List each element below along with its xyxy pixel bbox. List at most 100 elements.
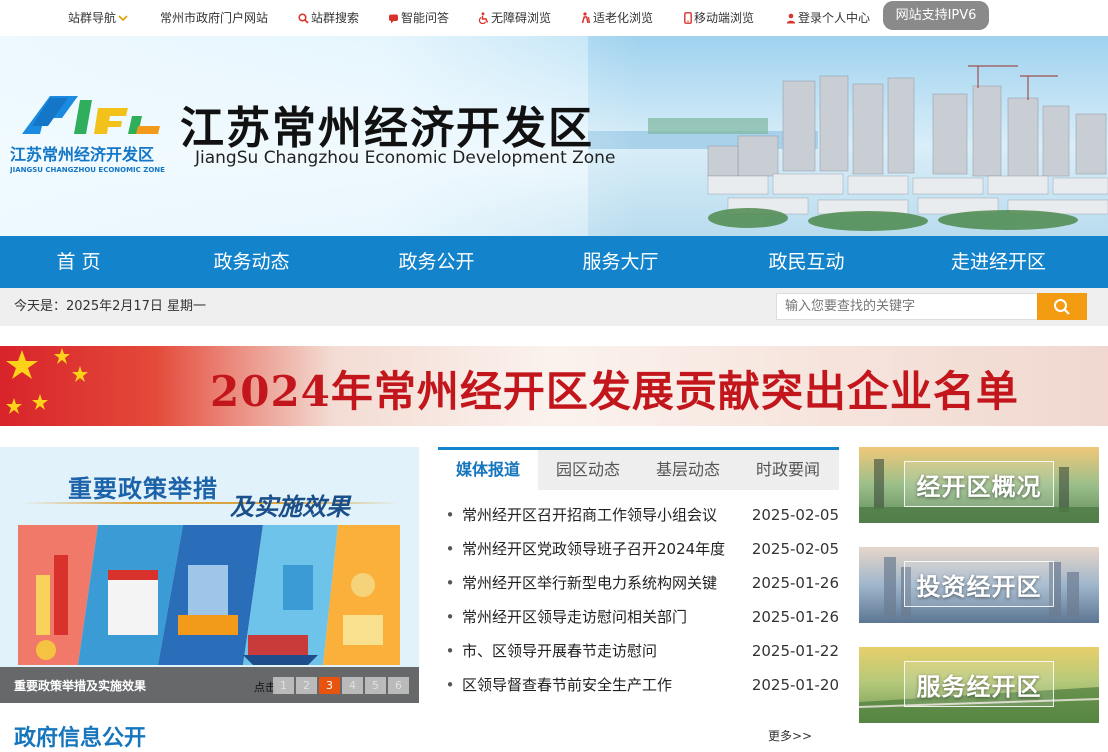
policy-slider[interactable]: 重要政策举措 及实施效果 重要政策举措及实施效果 点击 1 2 3 4 5 6: [0, 447, 419, 703]
tab-grassroots-news[interactable]: 基层动态: [638, 450, 738, 490]
login-center-label: 登录个人中心: [798, 11, 871, 25]
search-icon: [1054, 298, 1070, 315]
nav-service-hall[interactable]: 服务大厅: [528, 236, 713, 288]
news-item[interactable]: • 常州经开区举行新型电力系统构网关键 2025-01-26: [438, 566, 839, 600]
news-item[interactable]: • 区领导督查春节前安全生产工作 2025-01-20: [438, 668, 839, 702]
bullet: •: [445, 608, 455, 626]
card-invest-zone[interactable]: 投资经开区: [859, 547, 1099, 623]
enterprise-list-banner-title: 2024年常州经开区发展贡献突出企业名单: [210, 367, 1019, 416]
slider-dot-4[interactable]: 4: [342, 677, 363, 694]
news-item-title[interactable]: 常州经开区党政领导班子召开2024年度: [462, 532, 749, 566]
card-zone-overview-frame: 经开区概况: [904, 461, 1054, 507]
elder-mode-label: 适老化浏览: [593, 11, 654, 25]
news-item[interactable]: • 市、区领导开展春节走访慰问 2025-01-22: [438, 634, 839, 668]
nav-public-interaction[interactable]: 政民互动: [714, 236, 899, 288]
date-search-bar: 今天是：2025年2月17日 星期一: [0, 288, 1108, 326]
slider-dot-2[interactable]: 2: [296, 677, 317, 694]
gov-info-disclosure-title[interactable]: 政府信息公开: [14, 720, 146, 752]
enterprise-list-banner[interactable]: 2024年常州经开区发展贡献突出企业名单: [0, 346, 1108, 426]
tab-park-news[interactable]: 园区动态: [538, 450, 638, 490]
city-portal-label: 常州市政府门户网站: [160, 11, 269, 25]
bullet: •: [445, 676, 455, 694]
card-serve-zone[interactable]: 服务经开区: [859, 647, 1099, 723]
news-item-date: 2025-01-20: [751, 676, 839, 694]
site-header-banner: 江苏常州经济开发区 JIANGSU CHANGZHOU ECONOMIC ZON…: [0, 36, 1108, 236]
slider-dot-3[interactable]: 3: [319, 677, 340, 694]
card-invest-zone-label: 投资经开区: [916, 572, 1042, 601]
nav-about-zone[interactable]: 走进经开区: [906, 236, 1091, 288]
slider-caption-bar: 重要政策举措及实施效果 点击 1 2 3 4 5 6: [0, 667, 419, 703]
nav-government-disclosure[interactable]: 政务公开: [344, 236, 529, 288]
tab-political-news[interactable]: 时政要闻: [738, 450, 838, 490]
chevron-down-icon: [118, 15, 128, 22]
accessibility-icon: [478, 12, 489, 24]
search-input[interactable]: [776, 293, 1038, 320]
slider-dot-5[interactable]: 5: [365, 677, 386, 694]
news-panel: 媒体报道 园区动态 基层动态 时政要闻 • 常州经开区召开招商工作领导小组会议 20…: [438, 447, 839, 745]
news-item-date: 2025-01-26: [751, 608, 839, 626]
nav-government-news[interactable]: 政务动态: [159, 236, 344, 288]
news-item[interactable]: • 常州经开区召开招商工作领导小组会议 2025-02-05: [438, 498, 839, 532]
search-icon: [298, 12, 309, 24]
news-item-title[interactable]: 常州经开区召开招商工作领导小组会议: [462, 498, 749, 532]
jcez-logo: 江苏常州经济开发区 JIANGSU CHANGZHOU ECONOMIC ZON…: [10, 96, 165, 174]
site-group-nav-link[interactable]: 站群导航: [68, 0, 128, 36]
card-zone-overview[interactable]: 经开区概况: [859, 447, 1099, 523]
slider-dot-6[interactable]: 6: [388, 677, 409, 694]
news-item[interactable]: • 常州经开区党政领导班子召开2024年度 2025-02-05: [438, 532, 839, 566]
login-center-link[interactable]: 登录个人中心: [786, 0, 870, 36]
elder-icon: [581, 12, 591, 24]
tab-media-reports[interactable]: 媒体报道: [438, 450, 538, 490]
bullet: •: [445, 642, 455, 660]
mobile-view-label: 移动端浏览: [694, 11, 755, 25]
smart-qa-link[interactable]: 智能问答: [388, 0, 449, 36]
ipv6-badge: 网站支持IPV6: [883, 1, 989, 30]
chat-icon: [389, 14, 398, 23]
slider-title-line1: 重要政策举措: [68, 474, 218, 503]
star-flag-decoration: [6, 348, 88, 414]
site-subtitle: JiangSu Changzhou Economic Development Z…: [195, 148, 616, 168]
card-serve-zone-frame: 服务经开区: [904, 661, 1054, 707]
news-item-date: 2025-01-22: [751, 642, 839, 660]
nav-home[interactable]: 首 页: [0, 236, 171, 288]
bullet: •: [445, 506, 455, 524]
news-item-date: 2025-02-05: [751, 540, 839, 558]
bullet: •: [445, 574, 455, 592]
news-item-title[interactable]: 常州经开区领导走访慰问相关部门: [462, 600, 749, 634]
search-button[interactable]: [1037, 293, 1087, 320]
smart-qa-label: 智能问答: [401, 11, 450, 25]
site-title: 江苏常州经济开发区: [180, 103, 594, 154]
city-skyline-image: [588, 36, 1108, 236]
top-utility-bar: 站群导航 常州市政府门户网站 站群搜索 智能问答 无障碍浏览 适老化浏览 移动端…: [0, 0, 1108, 36]
svg-text:JIANGSU CHANGZHOU ECONOMIC ZON: JIANGSU CHANGZHOU ECONOMIC ZONE: [10, 166, 165, 174]
site-group-nav-label: 站群导航: [68, 11, 117, 25]
news-list: • 常州经开区召开招商工作领导小组会议 2025-02-05 • 常州经开区党政领导班…: [438, 498, 839, 702]
elder-mode-link[interactable]: 适老化浏览: [580, 0, 653, 36]
news-item-title[interactable]: 区领导督查春节前安全生产工作: [462, 668, 749, 702]
news-item-title[interactable]: 常州经开区举行新型电力系统构网关键: [462, 566, 749, 600]
news-item[interactable]: • 常州经开区领导走访慰问相关部门 2025-01-26: [438, 600, 839, 634]
news-tabs: 媒体报道 园区动态 基层动态 时政要闻: [438, 447, 839, 490]
accessibility-label: 无障碍浏览: [491, 11, 552, 25]
news-item-title[interactable]: 市、区领导开展春节走访慰问: [462, 634, 749, 668]
news-item-date: 2025-02-05: [751, 506, 839, 524]
mobile-icon: [684, 12, 692, 24]
user-icon: [786, 13, 796, 23]
city-portal-link[interactable]: 常州市政府门户网站: [160, 0, 268, 36]
svg-text:江苏常州经济开发区: 江苏常州经济开发区: [10, 145, 154, 164]
mobile-view-link[interactable]: 移动端浏览: [684, 0, 754, 36]
slider-dot-1[interactable]: 1: [273, 677, 294, 694]
slider-pagination: 1 2 3 4 5 6: [273, 677, 409, 694]
bullet: •: [445, 540, 455, 558]
slider-title-line2: 及实施效果: [230, 492, 350, 521]
news-more-link[interactable]: 更多>>: [768, 727, 812, 744]
card-serve-zone-label: 服务经开区: [916, 672, 1042, 701]
card-invest-zone-frame: 投资经开区: [904, 561, 1054, 607]
card-zone-overview-label: 经开区概况: [916, 472, 1042, 501]
slider-caption: 重要政策举措及实施效果: [14, 679, 147, 693]
news-item-date: 2025-01-26: [751, 574, 839, 592]
policy-illustration: [18, 525, 400, 665]
site-search-link[interactable]: 站群搜索: [298, 0, 359, 36]
accessibility-link[interactable]: 无障碍浏览: [478, 0, 551, 36]
main-nav: 首 页 政务动态 政务公开 服务大厅 政民互动 走进经开区: [0, 236, 1108, 288]
